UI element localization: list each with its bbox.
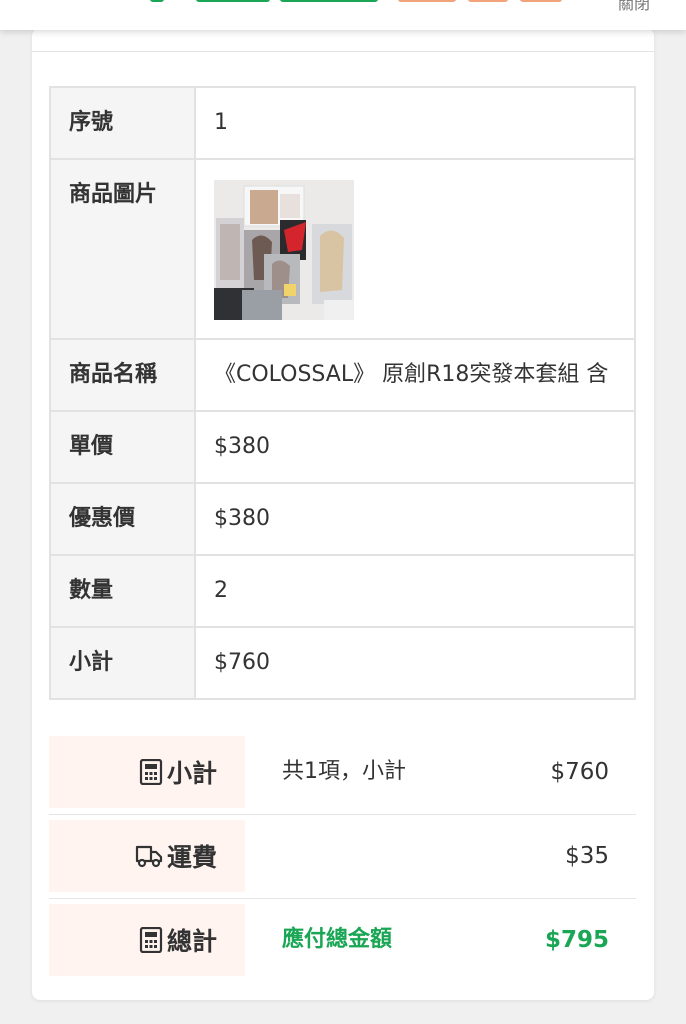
summary-divider [49, 898, 636, 899]
quantity-label: 數量 [49, 554, 196, 628]
card-divider [32, 51, 654, 52]
table-row-index: 序號 1 [49, 86, 636, 160]
subtotal-amount: $760 [550, 759, 609, 785]
header-decoration [280, 0, 378, 2]
calculator-icon [139, 759, 163, 785]
table-row-quantity: 數量 2 [49, 554, 636, 628]
summary-row-total: 總計 應付總金額 $795 [49, 904, 636, 976]
table-row-unit-price: 單價 $380 [49, 410, 636, 484]
subtotal-label: 小計 [166, 759, 217, 788]
index-value: 1 [194, 86, 636, 160]
shipping-label: 運費 [166, 843, 217, 872]
header-decoration [468, 0, 508, 2]
image-label: 商品圖片 [49, 158, 196, 340]
summary-row-subtotal: 小計 共1項，小計 $760 [49, 736, 636, 815]
name-label: 商品名稱 [49, 338, 196, 412]
close-button[interactable]: 關閉 [618, 0, 650, 14]
quantity-value: 2 [194, 554, 636, 628]
shipping-label-cell: 運費 [49, 820, 245, 892]
product-name: 《COLOSSAL》 原創R18突發本套組 含 [194, 338, 636, 412]
unit-price-value: $380 [194, 410, 636, 484]
total-amount: $795 [544, 927, 609, 953]
product-photo-graphic [214, 180, 354, 320]
index-label: 序號 [49, 86, 196, 160]
order-summary: 小計 共1項，小計 $760 運費 $35 總計 應付總金額 $795 [49, 736, 636, 988]
total-label: 總計 [166, 927, 217, 956]
image-cell [194, 158, 636, 340]
summary-row-shipping: 運費 $35 [49, 820, 636, 899]
item-subtotal-label: 小計 [49, 626, 196, 700]
header-decoration [196, 0, 270, 2]
sale-price-label: 優惠價 [49, 482, 196, 556]
table-row-sale-price: 優惠價 $380 [49, 482, 636, 556]
product-image[interactable] [214, 180, 354, 320]
header-decoration [398, 0, 456, 2]
calculator-icon [139, 927, 163, 953]
table-row-subtotal: 小計 $760 [49, 626, 636, 700]
table-row-name: 商品名稱 《COLOSSAL》 原創R18突發本套組 含 [49, 338, 636, 412]
shipping-amount: $35 [565, 843, 609, 869]
subtotal-description: 共1項，小計 [282, 759, 406, 784]
unit-price-label: 單價 [49, 410, 196, 484]
truck-icon [135, 845, 163, 868]
header-decoration [520, 0, 562, 2]
header-decoration [150, 0, 164, 2]
order-item-table: 序號 1 商品圖片 商品名稱 《COLOSSAL》 原創R18突發本套組 含 單… [49, 86, 636, 700]
subtotal-label-cell: 小計 [49, 736, 245, 808]
total-description: 應付總金額 [282, 927, 393, 952]
summary-divider [49, 814, 636, 815]
item-subtotal-value: $760 [194, 626, 636, 700]
total-label-cell: 總計 [49, 904, 245, 976]
sale-price-value: $380 [194, 482, 636, 556]
top-bar: 關閉 [0, 0, 686, 30]
table-row-image: 商品圖片 [49, 158, 636, 340]
